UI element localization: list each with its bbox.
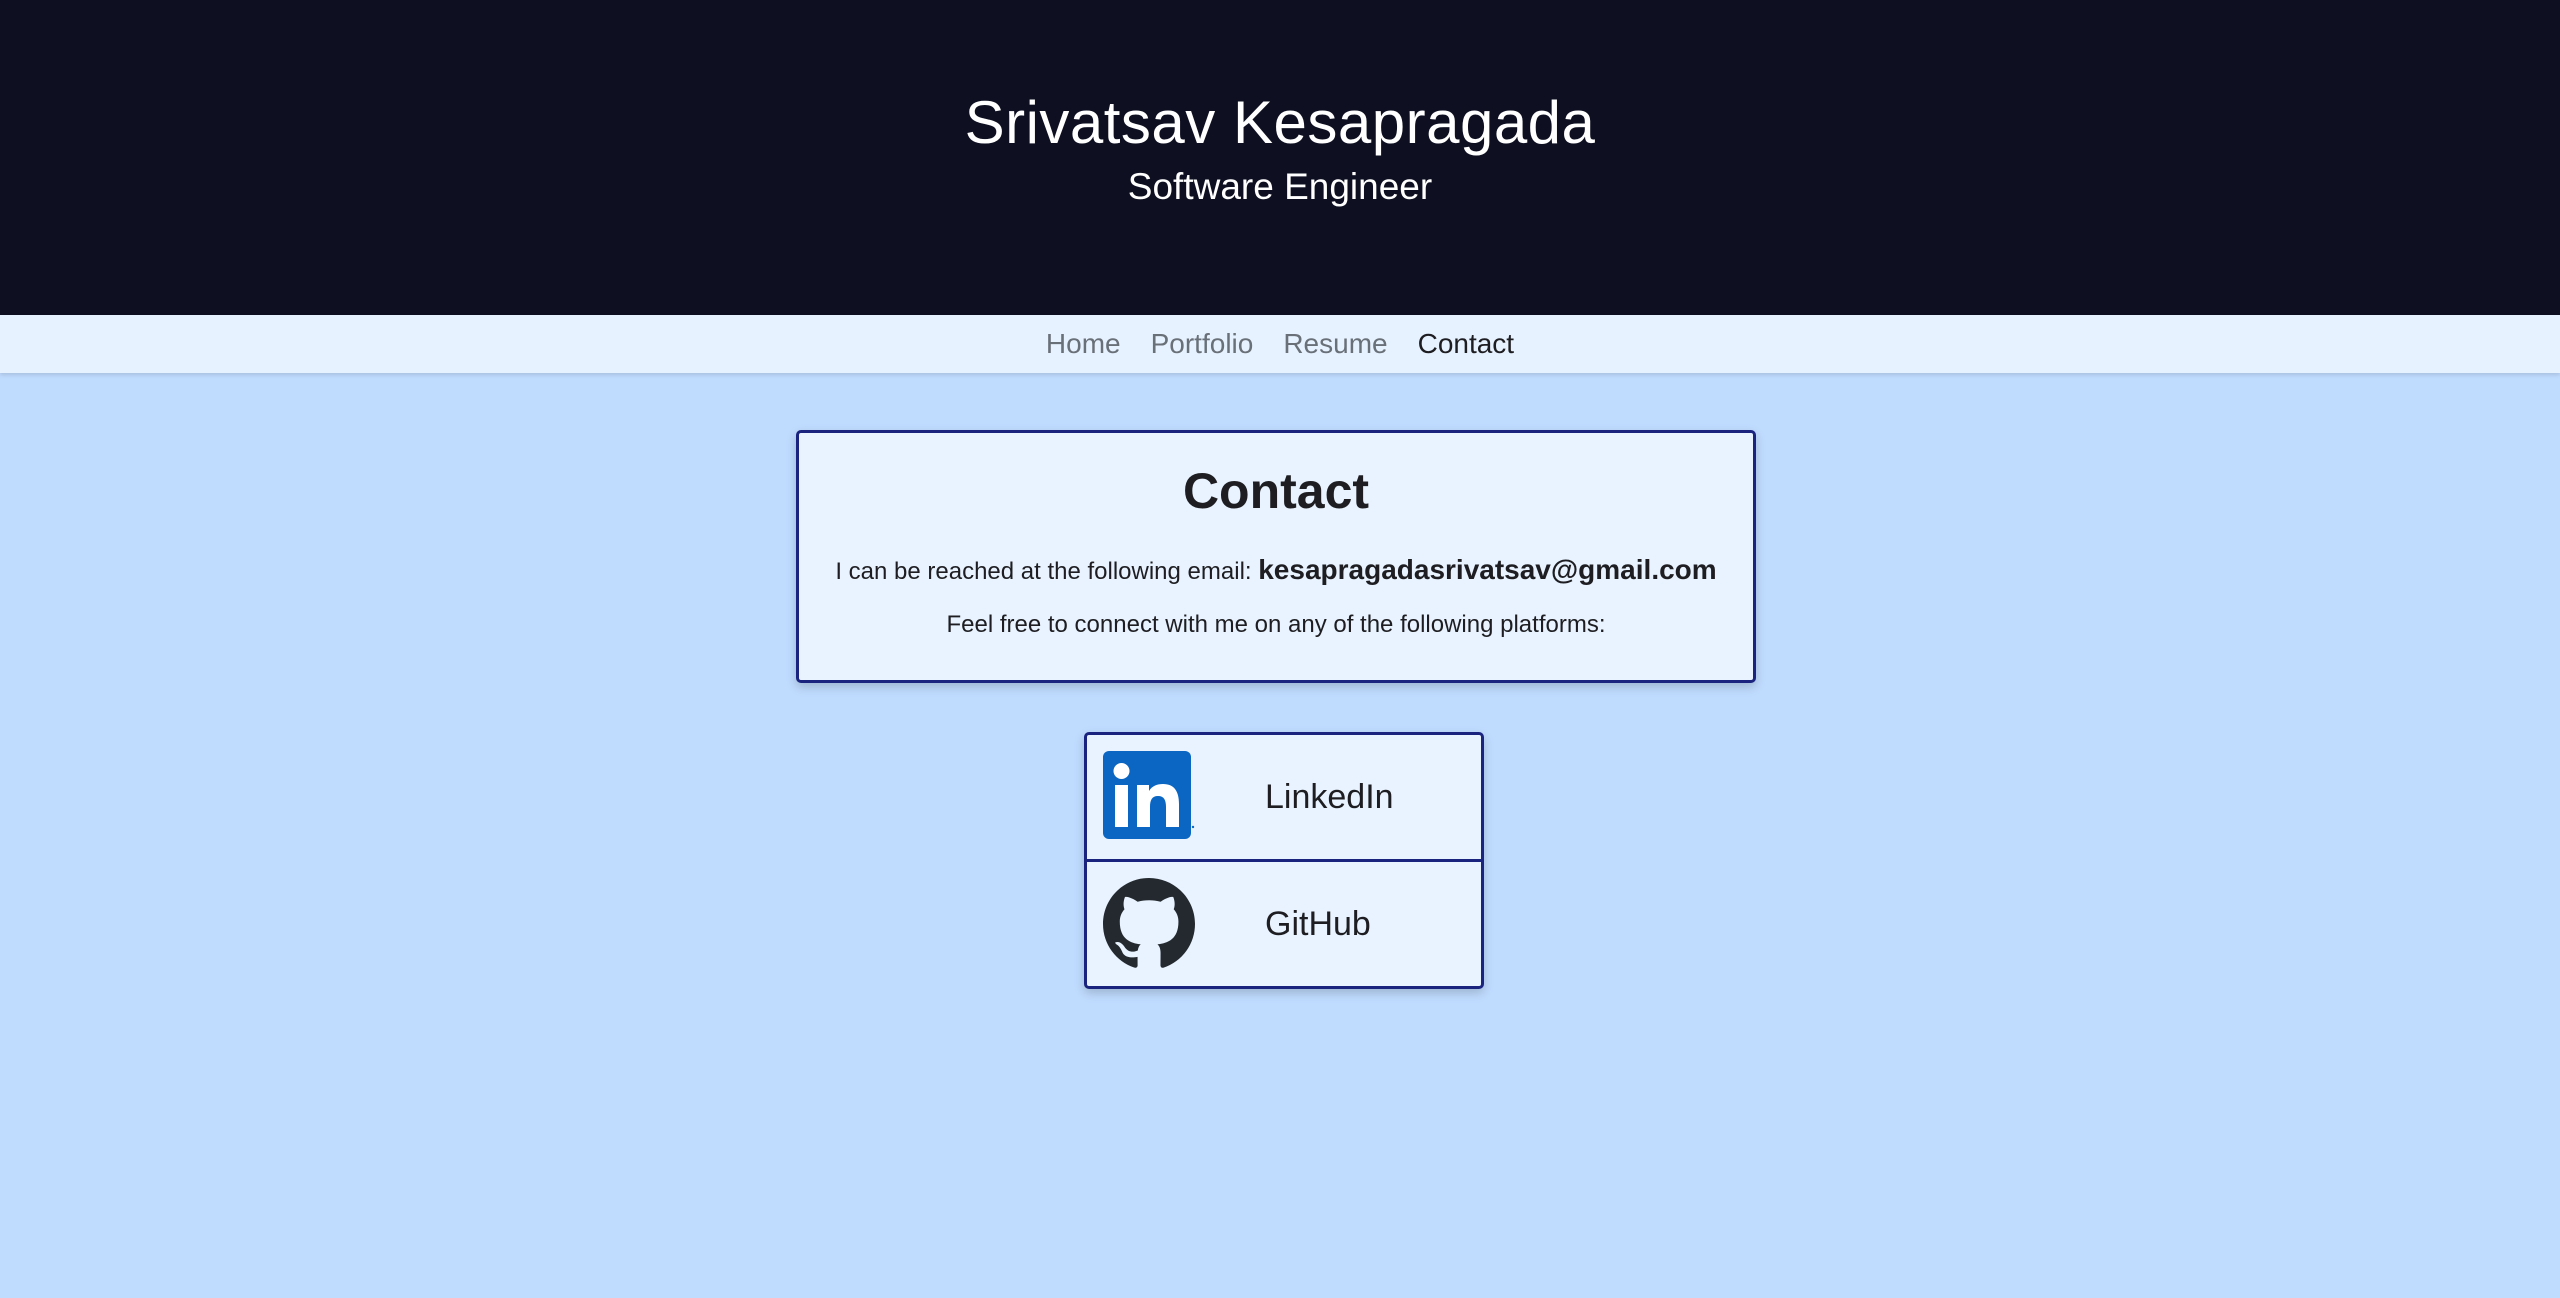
- platform-list: LinkedIn GitHub: [1084, 732, 1484, 989]
- platform-item-github[interactable]: GitHub: [1087, 859, 1481, 986]
- nav-link-contact[interactable]: Contact: [1403, 315, 1530, 373]
- github-icon: [1103, 878, 1195, 968]
- linkedin-icon: [1103, 751, 1195, 839]
- nav-link-home[interactable]: Home: [1031, 315, 1136, 373]
- contact-card: Contact I can be reached at the followin…: [796, 430, 1756, 683]
- platform-item-linkedin[interactable]: LinkedIn: [1087, 735, 1481, 859]
- main-nav: Home Portfolio Resume Contact: [0, 315, 2560, 373]
- contact-heading: Contact: [1182, 463, 1370, 519]
- site-header: Srivatsav Kesapragada Software Engineer: [0, 0, 2560, 315]
- site-owner-title: Software Engineer: [1127, 166, 1433, 207]
- site-owner-name: Srivatsav Kesapragada: [964, 89, 1596, 156]
- nav-link-resume[interactable]: Resume: [1268, 315, 1402, 373]
- email-prefix-text: I can be reached at the following email:: [835, 558, 1259, 585]
- platform-label-linkedin: LinkedIn: [1265, 778, 1394, 816]
- platforms-text: Feel free to connect with me on any of t…: [946, 611, 1606, 638]
- nav-link-portfolio[interactable]: Portfolio: [1136, 315, 1269, 373]
- platform-label-github: GitHub: [1265, 905, 1371, 943]
- email-address: kesapragadasrivatsav@gmail.com: [1258, 554, 1717, 585]
- email-line: I can be reached at the following email:…: [799, 553, 1753, 589]
